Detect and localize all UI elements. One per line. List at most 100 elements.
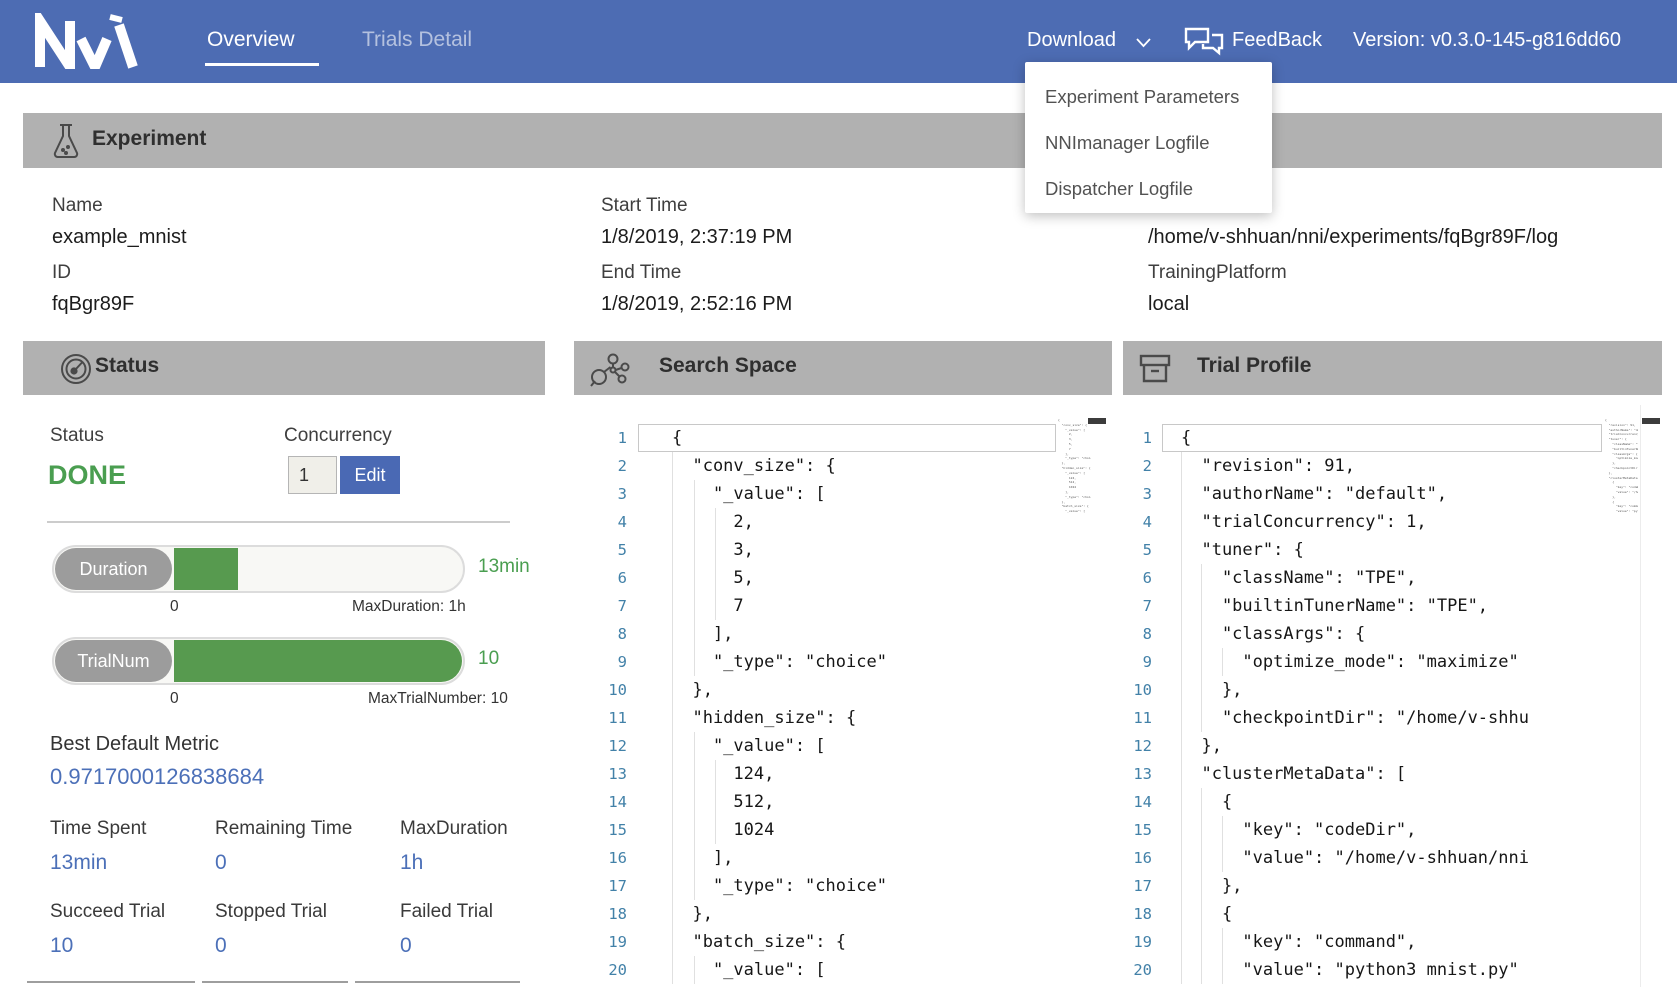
line-number: 2 <box>1123 452 1152 480</box>
nni-logo-icon[interactable] <box>33 13 141 69</box>
code-row: 5 "tuner": { <box>1123 536 1677 564</box>
code-line: "checkpointDir": "/home/v-shhu <box>1181 704 1529 732</box>
scrollbar-thumb[interactable] <box>1642 418 1660 424</box>
line-number: 5 <box>1123 536 1152 564</box>
minimap[interactable]: { "revision": 91, "authorName": "default… <box>1605 418 1638 514</box>
tab-trials-detail[interactable]: Trials Detail <box>362 28 472 52</box>
training-platform-value: local <box>1148 293 1189 316</box>
menu-item[interactable]: Experiment Parameters <box>1045 80 1292 126</box>
code-line: "className": "TPE", <box>1181 564 1416 592</box>
feedback-chat-icon[interactable] <box>1184 26 1224 58</box>
code-row: 17 }, <box>1123 872 1677 900</box>
line-number: 1 <box>1123 424 1152 452</box>
code-line: "_value": [ <box>672 480 826 508</box>
line-number: 18 <box>1123 900 1152 928</box>
code-line: "_type": "choice" <box>672 872 887 900</box>
stat-value: 10 <box>50 934 215 958</box>
search-space-editor[interactable]: 1 { 2 "conv_size": { 3 "_value": [ 4 2, <box>574 405 1108 987</box>
experiment-name: example_mnist <box>52 226 187 249</box>
code-row: 20 "value": "python3 mnist.py" <box>1123 956 1677 984</box>
minimap[interactable]: { "conv_size": { "_value": [ 2, 3, 5, 7 … <box>1058 418 1091 514</box>
stat-label: Failed Trial <box>400 901 560 923</box>
code-line: "_value": [ <box>672 956 826 984</box>
divider <box>202 981 348 983</box>
best-metric-label: Best Default Metric <box>50 733 219 756</box>
line-number: 8 <box>1123 620 1152 648</box>
code-row: 11 "checkpointDir": "/home/v-shhu <box>1123 704 1677 732</box>
code-line: "tuner": { <box>1181 536 1304 564</box>
code-line: "classArgs": { <box>1181 620 1365 648</box>
code-line: "_type": "choice" <box>672 648 887 676</box>
trial-profile-editor[interactable]: 1 { 2 "revision": 91, 3 "authorName": "d… <box>1123 405 1677 987</box>
training-platform-label: TrainingPlatform <box>1148 262 1287 284</box>
menu-item[interactable]: NNImanager Logfile <box>1045 126 1292 172</box>
code-row: 5 3, <box>574 536 1108 564</box>
edit-concurrency-button[interactable]: Edit <box>340 456 400 494</box>
line-number: 19 <box>1123 928 1152 956</box>
code-row: 13 124, <box>574 760 1108 788</box>
trial-profile-title: Trial Profile <box>1197 354 1311 378</box>
line-number: 13 <box>1123 760 1152 788</box>
scrollbar-thumb[interactable] <box>1088 418 1106 424</box>
code-row: 12 }, <box>1123 732 1677 760</box>
code-line: "key": "command", <box>1181 928 1416 956</box>
stat-label: Time Spent <box>50 818 215 840</box>
concurrency-input[interactable] <box>288 456 337 494</box>
stat-value: 0 <box>400 934 560 958</box>
version-label: Version: v0.3.0-145-g816dd60 <box>1353 29 1621 52</box>
code-row: 19 "key": "command", <box>1123 928 1677 956</box>
code-line: { <box>1181 900 1232 928</box>
download-menu-button[interactable]: Download <box>1027 29 1116 52</box>
tab-overview-underline <box>205 63 319 66</box>
code-line: "batch_size": { <box>672 928 846 956</box>
code-row: 2 "conv_size": { <box>574 452 1108 480</box>
line-number: 6 <box>574 564 627 592</box>
code-row: 4 2, <box>574 508 1108 536</box>
code-row: 9 "_type": "choice" <box>574 648 1108 676</box>
line-number: 2 <box>574 452 627 480</box>
code-line: "conv_size": { <box>672 452 836 480</box>
code-row: 3 "_value": [ <box>574 480 1108 508</box>
feedback-link[interactable]: FeedBack <box>1232 29 1322 52</box>
experiment-title: Experiment <box>92 127 206 151</box>
stat-label: Stopped Trial <box>215 901 400 923</box>
line-number: 7 <box>1123 592 1152 620</box>
trialnum-pill: TrialNum <box>55 640 172 682</box>
code-line: ], <box>672 620 733 648</box>
menu-item[interactable]: Dispatcher Logfile <box>1045 172 1292 218</box>
stat-label: Succeed Trial <box>50 901 215 923</box>
code-row: 10 }, <box>1123 676 1677 704</box>
chevron-down-icon[interactable] <box>1136 38 1151 48</box>
line-number: 8 <box>574 620 627 648</box>
divider <box>355 981 520 983</box>
flask-icon <box>51 122 81 160</box>
code-line: }, <box>1181 872 1242 900</box>
stat-cell: Failed Trial 0 <box>400 901 560 962</box>
status-header-bar: Status <box>23 341 545 395</box>
code-line: "optimize_mode": "maximize" <box>1181 648 1519 676</box>
code-row: 17 "_type": "choice" <box>574 872 1108 900</box>
line-number: 11 <box>574 704 627 732</box>
line-number: 9 <box>1123 648 1152 676</box>
line-number: 15 <box>1123 816 1152 844</box>
code-row: 11 "hidden_size": { <box>574 704 1108 732</box>
tab-overview[interactable]: Overview <box>207 28 295 52</box>
line-number: 15 <box>574 816 627 844</box>
stat-cell: Time Spent 13min <box>50 818 215 879</box>
code-row: 7 "builtinTunerName": "TPE", <box>1123 592 1677 620</box>
id-label: ID <box>52 262 71 284</box>
line-number: 3 <box>574 480 627 508</box>
duration-min-label: 0 <box>170 598 179 616</box>
code-row: 6 "className": "TPE", <box>1123 564 1677 592</box>
best-metric-value: 0.9717000126838684 <box>50 764 264 790</box>
line-number: 12 <box>1123 732 1152 760</box>
download-dropdown-menu: Experiment Parameters NNImanager Logfile… <box>1025 62 1272 213</box>
line-number: 3 <box>1123 480 1152 508</box>
line-number: 14 <box>1123 788 1152 816</box>
code-line: { <box>1181 788 1232 816</box>
code-line: 7 <box>672 592 744 620</box>
line-number: 20 <box>574 956 627 984</box>
stat-value: 0 <box>215 851 400 875</box>
stat-cell: Remaining Time 0 <box>215 818 400 879</box>
code-line: }, <box>1181 732 1222 760</box>
